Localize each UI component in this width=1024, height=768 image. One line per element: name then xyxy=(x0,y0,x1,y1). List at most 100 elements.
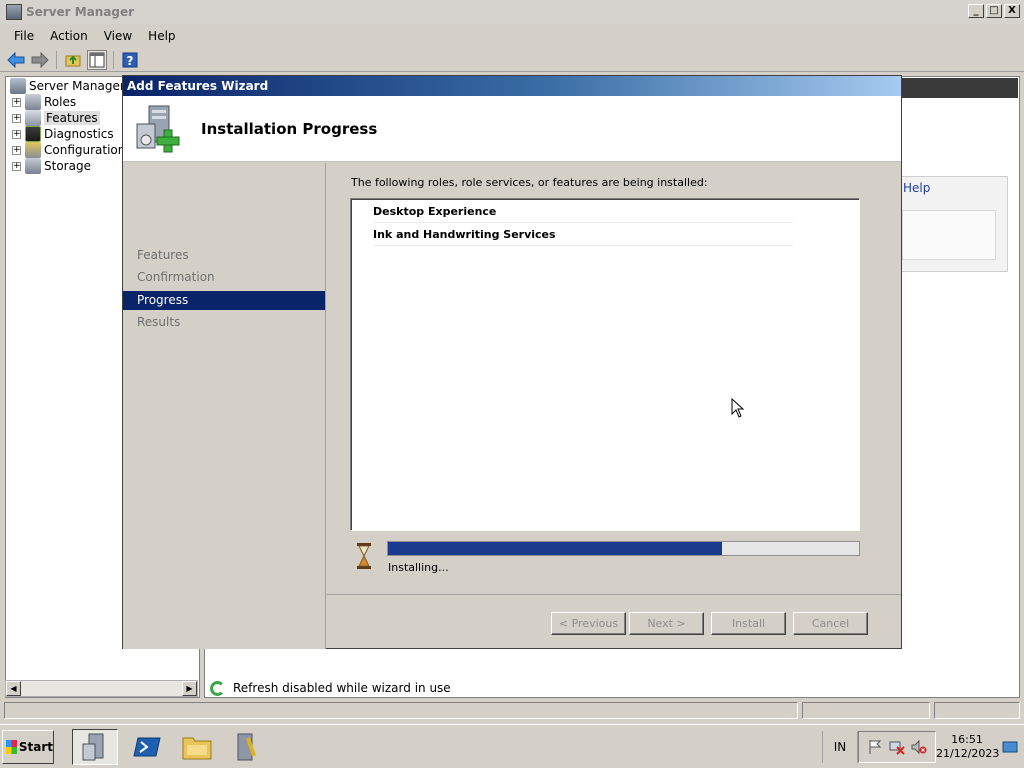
menu-help[interactable]: Help xyxy=(140,29,183,43)
volume-muted-icon[interactable] xyxy=(911,739,927,755)
tree-item-label: Storage xyxy=(44,159,91,173)
forward-arrow-icon xyxy=(31,51,49,68)
add-feature-icon xyxy=(136,105,180,153)
start-label: Start xyxy=(18,740,53,754)
wizard-header: Installation Progress xyxy=(123,96,901,162)
tree-item-label: Diagnostics xyxy=(44,127,114,141)
tree-item-label: Features xyxy=(44,111,100,125)
show-desktop-icon[interactable] xyxy=(1002,739,1018,755)
toolbar-separator xyxy=(113,50,114,69)
tree-item-features[interactable]: + Features xyxy=(12,110,100,126)
powershell-icon xyxy=(133,737,161,757)
add-features-wizard: Add Features Wizard Installation Progres… xyxy=(122,75,902,649)
roles-icon xyxy=(25,94,41,110)
install-button[interactable]: Install xyxy=(711,612,786,635)
toolbar-separator xyxy=(56,50,57,69)
expand-icon[interactable]: + xyxy=(12,161,21,171)
install-progress-bar xyxy=(387,541,860,556)
maximize-button[interactable]: □ xyxy=(986,4,1002,18)
scroll-right-arrow-icon[interactable]: ▶ xyxy=(182,681,197,696)
expand-icon[interactable]: + xyxy=(12,113,21,123)
step-progress[interactable]: Progress xyxy=(123,291,325,310)
hourglass-icon xyxy=(357,543,371,569)
help-panel-body xyxy=(902,210,996,260)
wizard-title: Add Features Wizard xyxy=(123,76,901,96)
status-panel xyxy=(934,702,1020,719)
menubar: File Action View Help xyxy=(0,26,1024,46)
console-tree-icon xyxy=(89,52,105,67)
expand-icon[interactable]: + xyxy=(12,145,21,155)
step-results[interactable]: Results xyxy=(123,313,325,332)
help-link[interactable]: Help xyxy=(903,181,930,195)
system-tray: IN 16:51 21/12/2023 xyxy=(822,729,1022,765)
show-hide-console-button[interactable] xyxy=(87,49,107,70)
cancel-button[interactable]: Cancel xyxy=(793,612,868,635)
installing-items-list[interactable]: Desktop Experience Ink and Handwriting S… xyxy=(350,198,860,531)
minimize-button[interactable]: _ xyxy=(968,4,984,18)
taskbar-admin-tools[interactable] xyxy=(222,729,268,765)
scroll-left-arrow-icon[interactable]: ◀ xyxy=(6,681,21,696)
svg-text:?: ? xyxy=(127,54,134,68)
clock-time: 16:51 xyxy=(951,733,983,746)
step-confirmation[interactable]: Confirmation xyxy=(123,268,325,287)
tree-horizontal-scrollbar[interactable]: ◀ ▶ xyxy=(5,680,198,697)
up-level-button[interactable] xyxy=(63,50,83,70)
start-button[interactable]: Start xyxy=(2,730,54,764)
tree-item-roles[interactable]: + Roles xyxy=(12,94,76,110)
window-controls: _ □ X xyxy=(968,4,1020,18)
step-features[interactable]: Features xyxy=(123,246,325,265)
network-disconnected-icon[interactable] xyxy=(889,739,905,755)
diagnostics-icon xyxy=(25,126,41,142)
tree-item-configuration[interactable]: + Configuration xyxy=(12,142,125,158)
close-button[interactable]: X xyxy=(1004,4,1020,18)
help-icon: ? xyxy=(122,52,138,68)
server-manager-icon xyxy=(6,4,22,20)
install-intro-text: The following roles, role services, or f… xyxy=(351,176,708,189)
clock[interactable]: 16:51 21/12/2023 xyxy=(936,733,1000,761)
refresh-status-bar: Refresh disabled while wizard in use xyxy=(204,678,1020,698)
list-item: Ink and Handwriting Services xyxy=(373,223,793,246)
forward-button[interactable] xyxy=(30,50,50,70)
expand-icon[interactable]: + xyxy=(12,97,21,107)
tree-item-label: Configuration xyxy=(44,143,126,157)
wizard-button-bar: < Previous Next > Install Cancel xyxy=(327,594,901,649)
features-icon xyxy=(25,110,41,126)
toolbar: ? xyxy=(0,48,1024,72)
tree-item-storage[interactable]: + Storage xyxy=(12,158,91,174)
menu-view[interactable]: View xyxy=(96,29,140,43)
mouse-cursor-icon xyxy=(731,398,745,418)
taskbar-server-manager[interactable] xyxy=(72,729,118,765)
tree-item-label: Roles xyxy=(44,95,77,109)
status-panel xyxy=(4,702,798,719)
status-panel xyxy=(802,702,930,719)
admin-tools-icon xyxy=(237,733,256,761)
configuration-icon xyxy=(25,142,41,158)
previous-button[interactable]: < Previous xyxy=(551,612,626,635)
back-button[interactable] xyxy=(6,50,26,70)
taskbar-explorer[interactable] xyxy=(174,729,220,765)
language-indicator[interactable]: IN xyxy=(822,731,858,763)
menu-action[interactable]: Action xyxy=(42,29,96,43)
tree-item-diagnostics[interactable]: + Diagnostics xyxy=(12,126,114,142)
menu-file[interactable]: File xyxy=(6,29,42,43)
server-manager-icon xyxy=(10,78,26,94)
storage-icon xyxy=(25,158,41,174)
status-bar xyxy=(0,700,1024,720)
help-button[interactable]: ? xyxy=(120,50,140,70)
server-manager-icon xyxy=(82,733,104,761)
taskbar-powershell[interactable] xyxy=(124,729,170,765)
details-header-bar xyxy=(900,78,1018,98)
action-center-flag-icon[interactable] xyxy=(867,739,883,755)
progress-status-text: Installing... xyxy=(388,561,449,574)
window-title: Server Manager xyxy=(26,5,135,19)
next-button[interactable]: Next > xyxy=(629,612,704,635)
expand-icon[interactable]: + xyxy=(12,129,21,139)
refresh-icon xyxy=(210,680,225,696)
explorer-icon xyxy=(182,737,212,760)
folder-up-icon xyxy=(65,55,81,66)
back-arrow-icon xyxy=(7,51,25,68)
main-titlebar: Server Manager _ □ X xyxy=(0,0,1024,24)
clock-date: 21/12/2023 xyxy=(936,747,1000,760)
windows-logo-icon xyxy=(6,740,17,754)
list-item: Desktop Experience xyxy=(373,200,793,223)
